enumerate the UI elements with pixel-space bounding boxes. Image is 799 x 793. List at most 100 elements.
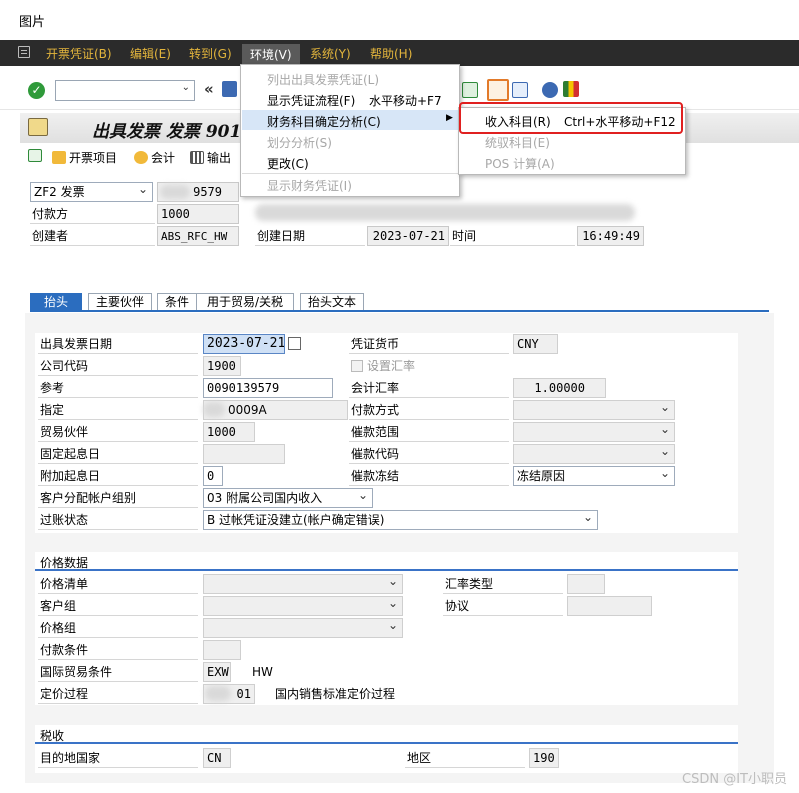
price-group-select[interactable] (203, 618, 403, 638)
watermark: CSDN @IT小职员 (682, 772, 787, 787)
enter-check-icon[interactable]: ✓ (28, 82, 45, 99)
payment-method-label: 付款方式 (349, 400, 509, 420)
menu-item-split-analysis[interactable]: 划分分析(S) (267, 134, 332, 151)
save-icon[interactable] (222, 81, 237, 97)
menu-item-document-flow-shortcut: 水平移动+F7 (369, 94, 442, 108)
hierarchy-button[interactable] (28, 149, 42, 162)
exchange-rate-type-value (567, 574, 605, 594)
billing-date-label: 出具发票日期 (38, 334, 198, 354)
menu-environment[interactable]: 环境(V) (242, 44, 300, 65)
menu-edit[interactable]: 编辑(E) (130, 45, 171, 62)
billing-items-label: 开票项目 (69, 151, 118, 165)
accounting-button[interactable]: 会计 (134, 149, 175, 166)
company-code-value: 1900 (203, 356, 241, 376)
payment-terms-value (203, 640, 241, 660)
dunning-block-select[interactable]: 冻结原因 (513, 466, 675, 486)
menu-system[interactable]: 系统(Y) (310, 45, 351, 62)
find-icon[interactable] (462, 82, 478, 98)
incoterms-place: HW (252, 665, 273, 679)
output-label: 输出 (207, 151, 232, 165)
payment-terms-label: 付款条件 (38, 640, 198, 660)
set-exchange-rate-checkbox[interactable] (351, 360, 363, 372)
account-assignment-group-select[interactable]: 03 附属公司国内收入 (203, 488, 373, 508)
output-button[interactable]: 输出 (190, 149, 231, 166)
posting-status-label: 过账状态 (38, 510, 198, 530)
region-label: 地区 (405, 748, 525, 768)
tab-foreign-trade[interactable]: 用于贸易/关税 (196, 293, 294, 311)
incoterms-label: 国际贸易条件 (38, 662, 198, 682)
additional-value-days-label: 附加起息日 (38, 466, 198, 486)
output-icon (190, 151, 204, 164)
invoice-icon (28, 118, 48, 136)
reference-input[interactable]: 0090139579 (203, 378, 333, 398)
assignment-label: 指定 (38, 400, 198, 420)
page-title: 出具发票 发票 901 (92, 122, 242, 142)
account-assignment-group-label: 客户分配帐户组别 (38, 488, 198, 508)
tab-conditions[interactable]: 条件 (157, 293, 197, 311)
menu-item-list-billing-docs[interactable]: 列出出具发票凭证(L) (267, 71, 379, 88)
tax-section-line (35, 742, 738, 744)
set-exchange-rate-label: 设置汇率 (367, 359, 416, 373)
layout-icon[interactable] (487, 79, 509, 101)
shortcut-icon[interactable] (512, 82, 528, 98)
currency-label: 凭证货币 (349, 334, 509, 354)
destination-country-value: CN (203, 748, 231, 768)
back-icon[interactable]: « (204, 80, 214, 98)
dunning-area-label: 催款范围 (349, 422, 509, 442)
agreement-label: 协议 (443, 596, 563, 616)
created-on-label: 创建日期 (255, 226, 365, 246)
customize-icon[interactable] (563, 81, 579, 97)
hierarchy-icon (28, 149, 42, 162)
help-icon[interactable] (542, 82, 558, 98)
dunning-area-select[interactable] (513, 422, 675, 442)
menu-item-changes[interactable]: 更改(C) (267, 155, 309, 172)
menu-billing-document[interactable]: 开票凭证(B) (46, 45, 112, 62)
price-list-select[interactable] (203, 574, 403, 594)
submenu-item-pos-calculation[interactable]: POS 计算(A) (485, 155, 555, 172)
created-by-value: ABS_RFC_HW (157, 226, 239, 246)
price-group-label: 价格组 (38, 618, 198, 638)
additional-value-days-input[interactable]: 0 (203, 466, 223, 486)
fixed-value-date-value (203, 444, 285, 464)
command-field[interactable]: ⌄ (55, 80, 195, 101)
pricing-procedure-label: 定价过程 (38, 684, 198, 704)
submenu-item-reconciliation-account[interactable]: 统驭科目(E) (485, 134, 550, 151)
environment-menu: 列出出具发票凭证(L) 显示凭证流程(F) 水平移动+F7 财务科目确定分析(C… (240, 64, 460, 197)
system-menu-icon[interactable] (18, 46, 30, 58)
posting-status-select[interactable]: B 过帐凭证没建立(帐户确定错误) (203, 510, 598, 530)
trading-partner-label: 贸易伙伴 (38, 422, 198, 442)
customer-group-select[interactable] (203, 596, 403, 616)
menu-help[interactable]: 帮助(H) (370, 45, 412, 62)
dunning-block-label: 催款冻结 (349, 466, 509, 486)
menu-item-document-flow[interactable]: 显示凭证流程(F) (267, 92, 355, 109)
created-by-label: 创建者 (30, 226, 155, 246)
menu-goto[interactable]: 转到(G) (189, 45, 232, 62)
menu-item-account-determination[interactable]: 财务科目确定分析(C) (267, 113, 381, 130)
menu-bar: 开票凭证(B) 编辑(E) 转到(G) 环境(V) 系统(Y) 帮助(H) (0, 40, 799, 66)
menu-divider (242, 173, 460, 174)
submenu-arrow-icon: ▶ (446, 113, 453, 123)
menu-item-display-fi-doc[interactable]: 显示财务凭证(I) (267, 177, 352, 194)
fixed-value-date-label: 固定起息日 (38, 444, 198, 464)
currency-value: CNY (513, 334, 558, 354)
tab-header[interactable]: 抬头 (30, 293, 82, 311)
reference-label: 参考 (38, 378, 198, 398)
incoterms-value: EXW (203, 662, 231, 682)
billing-items-button[interactable]: 开票项目 (52, 149, 117, 166)
tab-header-text[interactable]: 抬头文本 (300, 293, 364, 311)
billing-date-input[interactable]: 2023-07-21 (203, 334, 285, 354)
items-icon (52, 151, 66, 164)
customer-group-label: 客户组 (38, 596, 198, 616)
payment-method-select[interactable] (513, 400, 675, 420)
accounting-label: 会计 (151, 151, 176, 165)
payer-label: 付款方 (30, 204, 155, 224)
calendar-icon[interactable] (288, 337, 301, 350)
exchange-rate-type-label: 汇率类型 (443, 574, 563, 594)
dunning-key-select[interactable] (513, 444, 675, 464)
time-value: 16:49:49 (577, 226, 644, 246)
tab-main-partners[interactable]: 主要伙伴 (88, 293, 152, 311)
exchange-rate-label: 会计汇率 (349, 378, 509, 398)
tab-underline (30, 310, 769, 312)
pricing-procedure-description: 国内销售标准定价过程 (275, 687, 396, 701)
document-type-select[interactable]: ZF2 发票 (30, 182, 153, 202)
